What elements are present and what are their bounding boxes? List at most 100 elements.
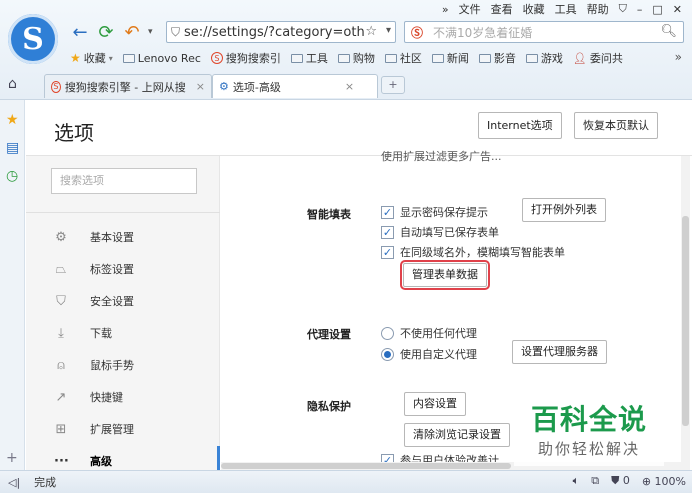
tab-settings[interactable]: ⚙ 选项-高级 × bbox=[212, 74, 378, 98]
settings-icon: ⚙ bbox=[219, 80, 229, 93]
new-tab-button[interactable]: + bbox=[381, 76, 405, 94]
home-icon[interactable]: ⌂ bbox=[8, 76, 17, 92]
menu-more[interactable]: » bbox=[440, 3, 451, 16]
more-icon: ··· bbox=[54, 453, 69, 469]
nav-item-basic[interactable]: ⚙ 基本设置 bbox=[26, 222, 220, 252]
bookmark-favorites[interactable]: ★ 收藏 ▾ bbox=[70, 50, 113, 66]
nav-item-tabs[interactable]: ⏢ 标签设置 bbox=[26, 254, 220, 284]
bookmark-user[interactable]: 👤︎ 委问共 bbox=[573, 50, 623, 66]
content-settings-button[interactable]: 内容设置 bbox=[404, 392, 466, 416]
maximize-button[interactable]: □ bbox=[650, 3, 664, 16]
bookmark-lenovo[interactable]: Lenovo Rec bbox=[122, 52, 201, 65]
notes-icon[interactable]: ▤ bbox=[6, 140, 19, 156]
status-bar: ◁| 完成 🔈︎ ⧉ ⛊ 0 ⊕ 100% bbox=[0, 470, 692, 493]
bookmarks-more-icon[interactable]: » bbox=[675, 50, 682, 64]
proxy-option-none[interactable]: 不使用任何代理 bbox=[381, 325, 477, 341]
search-icon[interactable]: 🔍︎ bbox=[660, 24, 677, 39]
browser-chrome: » 文件 查看 收藏 工具 帮助 ⛉ – □ ✕ S ← ⟳ ↶ ▾ ⛉ se:… bbox=[0, 0, 692, 100]
sogou-logo-icon[interactable]: S bbox=[8, 14, 58, 64]
skin-icon[interactable]: ⛉ bbox=[617, 2, 629, 16]
sogou-icon: S bbox=[210, 52, 223, 64]
nav-divider bbox=[26, 212, 220, 213]
mouse-icon: ⍝ bbox=[57, 357, 65, 373]
folder-icon bbox=[431, 53, 444, 63]
bookmark-shopping[interactable]: 购物 bbox=[337, 50, 375, 66]
gear-icon: ⚙ bbox=[55, 229, 67, 245]
history-clock-icon[interactable]: ◷ bbox=[6, 168, 18, 184]
nav-item-shortcuts[interactable]: ↗ 快捷键 bbox=[26, 382, 220, 412]
minimize-button[interactable]: – bbox=[635, 3, 645, 16]
sidebar-strip: ★ ▤ ◷ + bbox=[0, 100, 25, 470]
add-icon[interactable]: + bbox=[6, 450, 18, 466]
refresh-icon[interactable]: ⟳ bbox=[96, 22, 116, 43]
search-placeholder[interactable]: 不满10岁急着征婚 bbox=[433, 24, 532, 41]
autofill-option-fuzzy[interactable]: ✓ 在同级域名外，模糊填写智能表单 bbox=[381, 244, 565, 260]
sidebar-toggle-icon[interactable]: ◁| bbox=[8, 476, 20, 489]
adblock-icon: ⛊ bbox=[611, 474, 620, 487]
bookmark-games[interactable]: 游戏 bbox=[525, 50, 563, 66]
search-box[interactable]: Ⓢ 不满10岁急着征婚 🔍︎ bbox=[404, 21, 684, 43]
menu-tools[interactable]: 工具 bbox=[553, 1, 579, 17]
menu-help[interactable]: 帮助 bbox=[585, 1, 611, 17]
checkbox[interactable]: ✓ bbox=[381, 225, 394, 239]
menu-file[interactable]: 文件 bbox=[457, 1, 483, 17]
proxy-server-button[interactable]: 设置代理服务器 bbox=[512, 340, 607, 364]
close-icon[interactable]: × bbox=[345, 80, 354, 93]
sogou-search-icon[interactable]: Ⓢ bbox=[411, 24, 423, 41]
nav-item-extensions[interactable]: ⊞ 扩展管理 bbox=[26, 414, 220, 444]
radio-selected[interactable] bbox=[381, 347, 394, 361]
checkbox[interactable]: ✓ bbox=[381, 205, 394, 219]
settings-search-input[interactable]: 搜索选项 bbox=[51, 168, 197, 194]
adblock-counter[interactable]: ⛊ 0 bbox=[611, 474, 630, 488]
restore-defaults-button[interactable]: 恢复本页默认 bbox=[574, 112, 658, 139]
scroll-thumb[interactable] bbox=[221, 463, 511, 469]
scroll-thumb[interactable] bbox=[682, 216, 689, 426]
exception-list-button[interactable]: 打开例外列表 bbox=[522, 198, 606, 222]
undo-dropdown-icon[interactable]: ▾ bbox=[148, 27, 153, 37]
folder-icon bbox=[122, 53, 135, 63]
vertical-scrollbar[interactable] bbox=[681, 156, 690, 470]
address-bar[interactable]: ⛉ se://settings/?category=oth ☆ ▾ bbox=[166, 21, 396, 43]
close-window-button[interactable]: ✕ bbox=[671, 3, 684, 16]
nav-item-advanced[interactable]: ··· 高级 bbox=[26, 446, 220, 470]
folder-icon bbox=[290, 53, 303, 63]
tab-label: 搜狗搜索引擎 - 上网从搜 bbox=[64, 80, 186, 94]
folder-icon bbox=[478, 53, 491, 63]
autofill-option-saved-forms[interactable]: ✓ 自动填写已保存表单 bbox=[381, 224, 499, 240]
nav-item-security[interactable]: ⛉ 安全设置 bbox=[26, 286, 220, 316]
settings-page: 选项 Internet选项 恢复本页默认 搜索选项 ⚙ 基本设置 ⏢ 标签设置 ⛉ 安… bbox=[26, 100, 692, 470]
address-dropdown-icon[interactable]: ▾ bbox=[386, 25, 391, 36]
autofill-option-password-prompt[interactable]: ✓ 显示密码保存提示 bbox=[381, 204, 488, 220]
undo-icon[interactable]: ↶ bbox=[122, 22, 142, 43]
bookmark-news[interactable]: 新闻 bbox=[431, 50, 469, 66]
shield-icon: ⛉ bbox=[56, 293, 66, 309]
tab-icon: ⏢ bbox=[55, 261, 67, 277]
tab-sogou-search[interactable]: S 搜狗搜索引擎 - 上网从搜 × bbox=[44, 74, 212, 98]
extension-icon: ⊞ bbox=[55, 421, 67, 437]
nav-item-mouse-gesture[interactable]: ⍝ 鼠标手势 bbox=[26, 350, 220, 380]
bookmark-star-icon[interactable]: ☆ bbox=[365, 24, 377, 39]
nav-item-download[interactable]: ⤓ 下载 bbox=[26, 318, 220, 348]
back-arrow-icon[interactable]: ← bbox=[70, 22, 90, 43]
checkbox[interactable]: ✓ bbox=[381, 245, 394, 259]
watermark-logo: 百科全说 助你轻松解决 bbox=[514, 398, 664, 466]
bookmark-video[interactable]: 影音 bbox=[478, 50, 516, 66]
bookmark-sogou[interactable]: S 搜狗搜索引 bbox=[210, 50, 281, 66]
radio[interactable] bbox=[381, 326, 394, 340]
screenshot-icon[interactable]: ⧉ bbox=[591, 474, 599, 488]
close-icon[interactable]: × bbox=[196, 80, 205, 93]
speaker-icon[interactable]: 🔈︎ bbox=[573, 474, 580, 488]
manage-form-data-button[interactable]: 管理表单数据 bbox=[400, 260, 490, 290]
address-text[interactable]: se://settings/?category=oth bbox=[184, 25, 365, 40]
menu-favorites[interactable]: 收藏 bbox=[521, 1, 547, 17]
proxy-option-custom[interactable]: 使用自定义代理 bbox=[381, 346, 477, 362]
favorites-star-icon[interactable]: ★ bbox=[6, 112, 19, 128]
shield-icon: ⛉ bbox=[171, 24, 181, 39]
bookmark-tools[interactable]: 工具 bbox=[290, 50, 328, 66]
menu-view[interactable]: 查看 bbox=[489, 1, 515, 17]
clear-history-button[interactable]: 清除浏览记录设置 bbox=[404, 423, 510, 447]
bookmark-community[interactable]: 社区 bbox=[384, 50, 422, 66]
folder-icon bbox=[384, 53, 397, 63]
internet-options-button[interactable]: Internet选项 bbox=[478, 112, 562, 139]
zoom-control[interactable]: ⊕ 100% bbox=[642, 475, 686, 488]
